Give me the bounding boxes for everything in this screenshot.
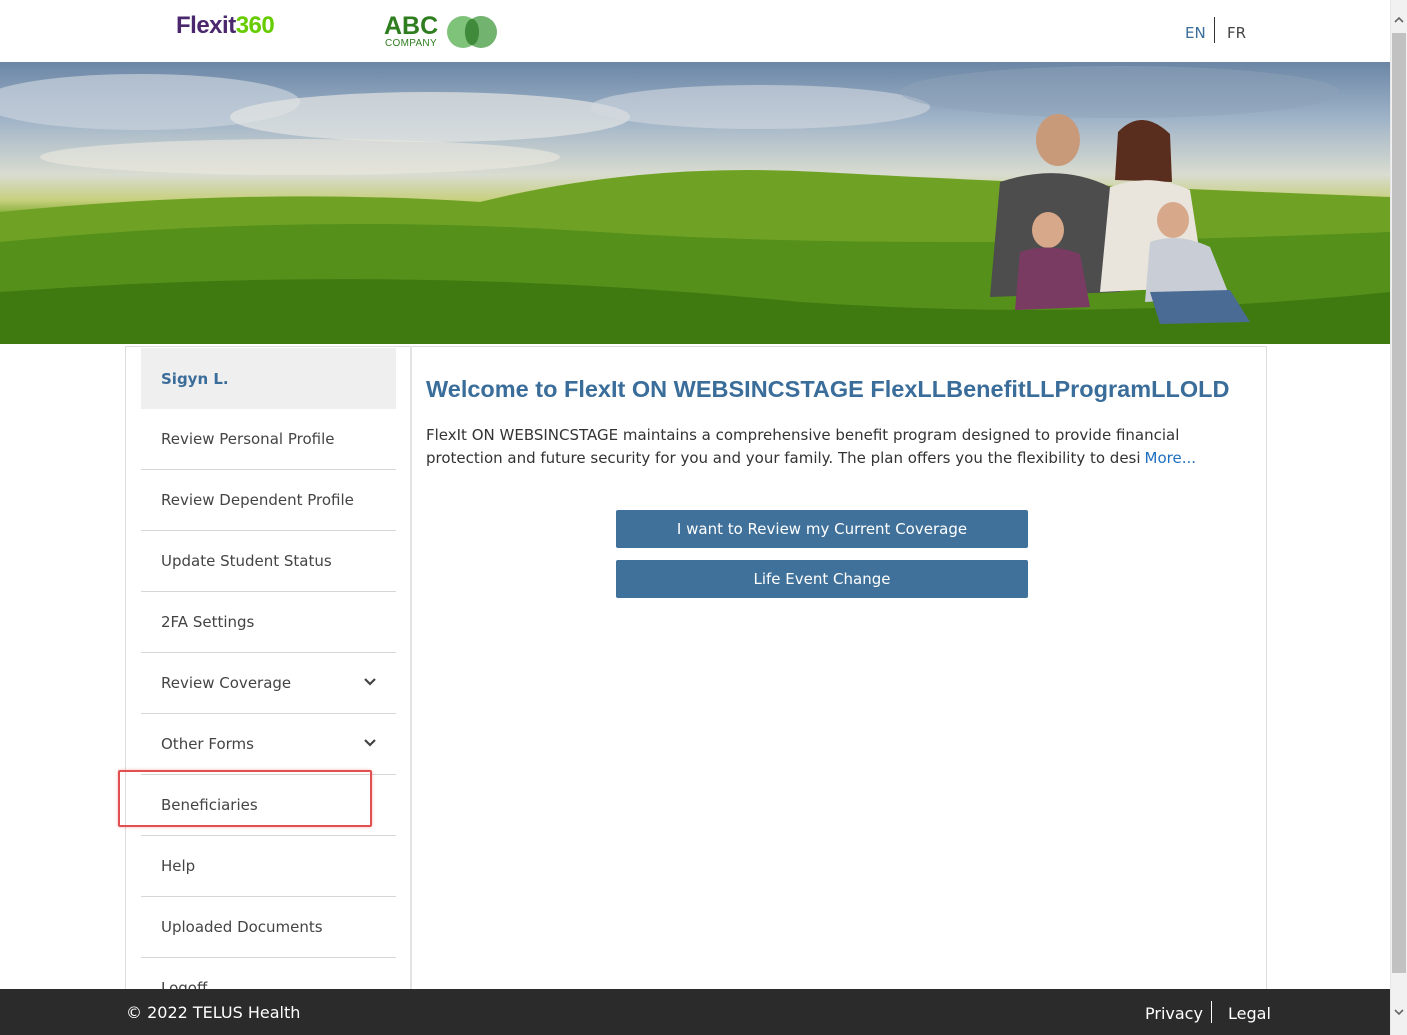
scroll-up-arrow-icon[interactable] [1393,14,1405,26]
abc-company-logo: ABC COMPANY [384,13,504,53]
sidebar-item-label: Other Forms [161,735,254,753]
privacy-link[interactable]: Privacy [1145,1004,1203,1023]
sidebar-item-label: Review Coverage [161,674,292,692]
intro-paragraph: FlexIt ON WEBSINCSTAGE maintains a compr… [426,424,1256,470]
footer: © 2022 TELUS Health Privacy Legal [0,989,1390,1035]
scroll-down-arrow-icon[interactable] [1393,1006,1405,1018]
language-divider [1214,17,1215,43]
sidebar-nav: Sigyn L. Review Personal Profile Review … [141,348,396,1018]
abc-circles-icon [447,16,497,48]
sidebar-item-update-student-status[interactable]: Update Student Status [141,531,396,592]
more-link[interactable]: More... [1145,449,1197,467]
language-fr-link[interactable]: FR [1227,24,1246,42]
sidebar-item-label: 2FA Settings [161,613,255,631]
scrollbar-thumb[interactable] [1392,33,1406,973]
user-greeting-box: Sigyn L. [141,348,396,409]
review-current-coverage-button[interactable]: I want to Review my Current Coverage [616,510,1028,548]
abc-logo-subtext: COMPANY [385,38,437,49]
highlight-box [118,770,372,827]
sidebar-item-uploaded-documents[interactable]: Uploaded Documents [141,897,396,958]
sidebar-item-label: Review Dependent Profile [161,491,354,509]
life-event-change-button[interactable]: Life Event Change [616,560,1028,598]
sidebar-item-help[interactable]: Help [141,836,396,897]
sidebar-item-review-dependent-profile[interactable]: Review Dependent Profile [141,470,396,531]
chevron-down-icon [364,678,376,686]
flexit360-logo[interactable]: Flexit360 [176,12,275,40]
language-en-link[interactable]: EN [1185,24,1206,42]
sidebar-item-label: Uploaded Documents [161,918,323,936]
logo-text-part2: 360 [235,12,275,39]
hero-banner-image [0,62,1390,344]
sidebar-item-label: Update Student Status [161,552,332,570]
sidebar-item-label: Help [161,857,196,875]
legal-link[interactable]: Legal [1228,1004,1271,1023]
sidebar-item-review-personal-profile[interactable]: Review Personal Profile [141,409,396,470]
footer-divider [1211,1001,1212,1023]
sidebar-item-label: Review Personal Profile [161,430,335,448]
page-title: Welcome to FlexIt ON WEBSINCSTAGE FlexLL… [426,376,1230,402]
user-name: Sigyn L. [161,370,229,388]
sidebar-item-2fa-settings[interactable]: 2FA Settings [141,592,396,653]
sidebar-divider [410,346,412,1006]
abc-logo-text: ABC [384,12,439,40]
family-on-hill-illustration [0,66,1390,344]
sidebar-item-review-coverage[interactable]: Review Coverage [141,653,396,714]
top-header: Flexit360 ABC COMPANY EN FR [0,0,1390,62]
intro-text: FlexIt ON WEBSINCSTAGE maintains a compr… [426,426,1180,467]
logo-text-part1: Flexit [176,12,236,39]
sidebar-item-other-forms[interactable]: Other Forms [141,714,396,775]
copyright-text: © 2022 TELUS Health [126,1003,301,1022]
chevron-down-icon [364,739,376,747]
